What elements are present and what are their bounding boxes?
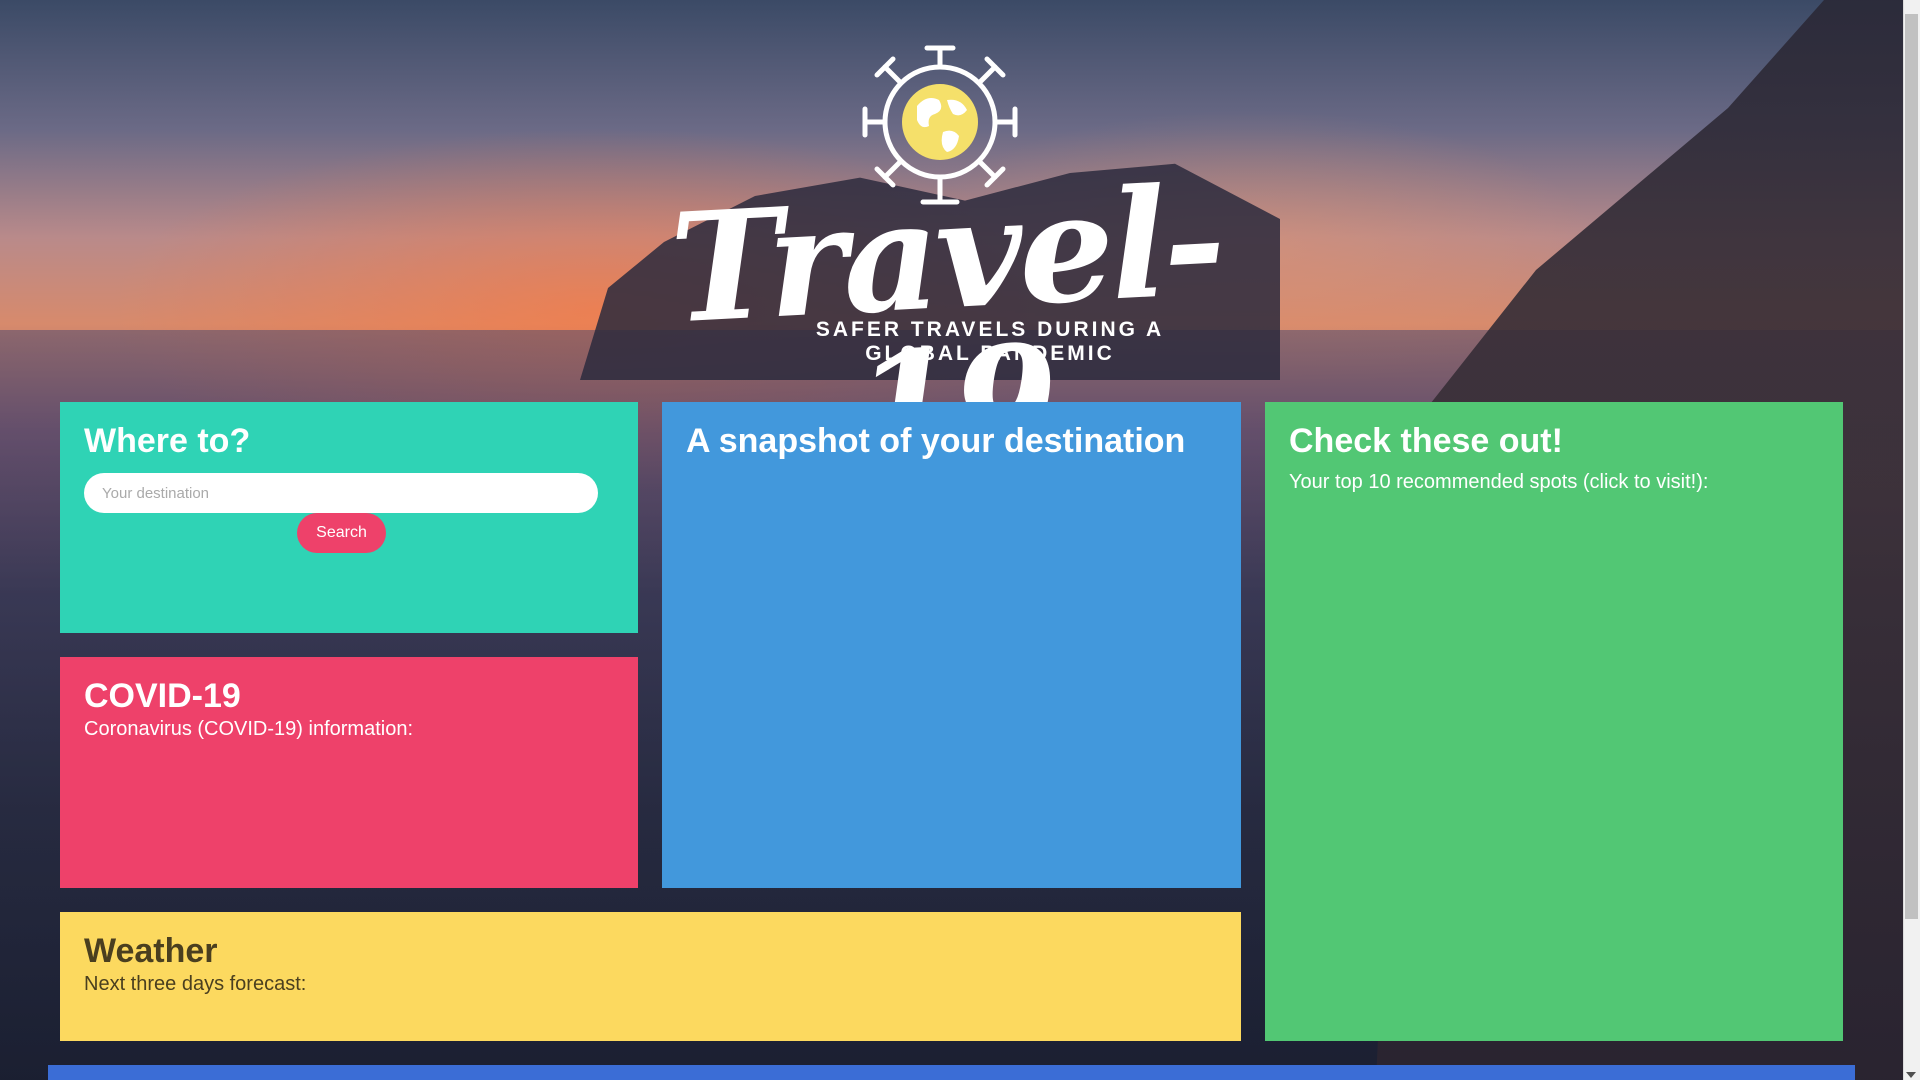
site-logo: Travel-19 SAFER TRAVELS DURING A GLOBAL … [640, 40, 1260, 498]
weather-title: Weather [84, 932, 218, 970]
snapshot-card: A snapshot of your destination [662, 402, 1241, 888]
snapshot-title: A snapshot of your destination [686, 422, 1186, 460]
logo-tagline: SAFER TRAVELS DURING A GLOBAL PANDEMIC [815, 318, 1165, 365]
covid-title: COVID-19 [84, 677, 241, 715]
scroll-down-arrow-icon[interactable] [1906, 1072, 1916, 1078]
covid-subtitle: Coronavirus (COVID-19) information: [84, 718, 413, 740]
covid-card: COVID-19 Coronavirus (COVID-19) informat… [60, 657, 638, 888]
scrollbar-thumb[interactable] [1905, 14, 1918, 919]
search-button[interactable]: Search [297, 513, 386, 553]
recommendations-card: Check these out! Your top 10 recommended… [1265, 402, 1843, 1041]
recommendations-title: Check these out! [1289, 422, 1563, 460]
weather-subtitle: Next three days forecast: [84, 973, 307, 995]
footer-bar [48, 1065, 1855, 1080]
destination-input[interactable] [84, 473, 598, 513]
where-to-card: Where to? Search [60, 402, 638, 633]
recommendations-subtitle: Your top 10 recommended spots (click to … [1289, 471, 1709, 493]
where-to-title: Where to? [84, 422, 251, 460]
page-scrollbar[interactable] [1903, 0, 1920, 1080]
weather-card: Weather Next three days forecast: [60, 912, 1241, 1041]
